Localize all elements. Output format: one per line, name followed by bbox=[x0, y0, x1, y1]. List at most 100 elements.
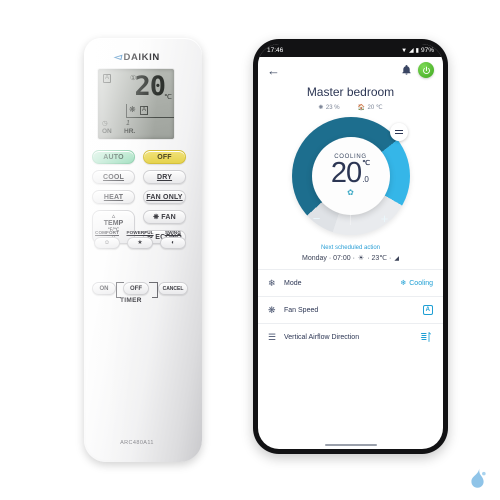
timer-bracket-left bbox=[116, 282, 124, 283]
next-scheduled-action[interactable]: Next scheduled action Monday · 07:00 · ☀… bbox=[258, 245, 443, 262]
button-heat-label: HEAT bbox=[103, 193, 124, 201]
remote-lcd-display: A ① 20 ℃ ❋ A ◷ ON 1 HR. bbox=[97, 68, 175, 140]
airflow-icon: ☰ bbox=[268, 331, 277, 342]
list-item-mode[interactable]: ❄ Mode ❄ Cooling bbox=[258, 269, 443, 296]
signal-icon: ◢ bbox=[409, 48, 414, 54]
remote-brand-text: DAIKIN bbox=[123, 52, 160, 63]
dial-menu-button[interactable] bbox=[389, 123, 408, 141]
thermometer-icon: 🏠 bbox=[357, 105, 366, 111]
remote-model-number: ARC480A11 bbox=[120, 440, 154, 446]
outdoor-temp-value: 20 ℃ bbox=[367, 105, 383, 111]
lcd-temperature: 20 bbox=[134, 71, 166, 102]
decrease-temperature-button[interactable]: − bbox=[305, 212, 329, 225]
button-cool[interactable]: COOL bbox=[92, 170, 135, 184]
droplet-logo-icon bbox=[471, 468, 486, 488]
timer-bracket-bottom-right bbox=[152, 297, 158, 298]
timer-group-label: TIMER bbox=[120, 297, 142, 304]
remote-timer-group: ON OFF CANCEL TIMER bbox=[92, 276, 188, 310]
dial-center-readout[interactable]: COOLING 20 ℃ .0 ✿ bbox=[311, 137, 390, 215]
list-item-vertical-airflow[interactable]: ☰ Vertical Airflow Direction bbox=[258, 323, 443, 350]
list-item-vertical-airflow-label: Vertical Airflow Direction bbox=[284, 333, 360, 341]
button-dry[interactable]: DRY bbox=[143, 170, 186, 184]
button-swing-label: SWING bbox=[164, 230, 182, 235]
lcd-timer-value: 1 bbox=[126, 120, 130, 127]
button-heat[interactable]: HEAT bbox=[92, 190, 135, 204]
remote-row-cool-dry: COOL DRY bbox=[92, 170, 186, 184]
button-swing[interactable]: ◐ bbox=[160, 236, 186, 249]
list-item-fan-speed-label: Fan Speed bbox=[284, 306, 319, 314]
humidity-value: 23 % bbox=[325, 104, 340, 111]
button-fan-label: FAN bbox=[161, 213, 176, 221]
power-icon bbox=[422, 66, 430, 74]
button-cool-label: COOL bbox=[102, 173, 125, 181]
button-off[interactable]: OFF bbox=[143, 150, 186, 164]
status-indicators: ▼ ◢ ▮ 97% bbox=[401, 47, 434, 54]
button-fan[interactable]: ❋ FAN bbox=[143, 210, 186, 224]
remote-feature-buttons: COMFORT ☺ POWERFUL ★ SWING ◐ bbox=[92, 230, 188, 249]
lcd-timer-unit: HR. bbox=[124, 128, 136, 135]
increase-temperature-button[interactable]: + bbox=[373, 212, 397, 225]
button-powerful[interactable]: ★ bbox=[127, 236, 153, 249]
lcd-fan-icon: ❋ bbox=[129, 105, 136, 114]
dial-value-row: 20 ℃ .0 bbox=[330, 156, 370, 189]
button-auto[interactable]: AUTO bbox=[92, 150, 135, 164]
timer-bracket-right-v bbox=[157, 282, 158, 297]
daikin-remote-control: ◅DAIKIN A ① 20 ℃ ❋ A ◷ ON 1 HR. AUTO OFF… bbox=[84, 38, 202, 462]
dial-divider bbox=[350, 211, 351, 225]
list-item-fan-speed[interactable]: ❋ Fan Speed A bbox=[258, 296, 443, 323]
sensor-chips: ✺ 23 % 🏠 20 ℃ bbox=[258, 104, 443, 112]
vertical-airflow-indicator-icon bbox=[420, 332, 431, 342]
page-title: Master bedroom bbox=[306, 85, 395, 99]
lcd-auto-badge: A bbox=[103, 74, 112, 83]
dial-temperature-value: 20 bbox=[330, 156, 362, 189]
fan-icon: ❋ bbox=[268, 304, 276, 315]
button-comfort-group: COMFORT ☺ bbox=[92, 230, 122, 249]
list-item-mode-value: ❄ Cooling bbox=[400, 279, 433, 288]
remote-brand-logo: ◅DAIKIN bbox=[84, 52, 190, 63]
dial-value-suffix: ℃ .0 bbox=[362, 159, 370, 187]
comfort-icon: ☺ bbox=[103, 239, 111, 246]
remote-row-heat-fanonly: HEAT FAN ONLY bbox=[92, 190, 186, 204]
menu-icon-line-2 bbox=[394, 132, 403, 134]
back-arrow-icon[interactable]: ← bbox=[267, 64, 280, 77]
schedule-day-time: Monday · 07:00 · bbox=[301, 254, 355, 262]
button-temp-label: TEMP bbox=[103, 220, 124, 227]
timer-bracket-left-v bbox=[116, 282, 117, 297]
dial-decimal: .0 bbox=[362, 174, 369, 184]
schedule-fan-icon: ◢ bbox=[394, 255, 400, 262]
dial-adjust-controls: − + bbox=[305, 211, 397, 225]
schedule-mode-icon: ☀ bbox=[357, 255, 365, 262]
temperature-dial[interactable]: COOLING 20 ℃ .0 ✿ − + bbox=[291, 117, 410, 235]
status-bar: 17:46 ▼ ◢ ▮ 97% bbox=[258, 44, 443, 57]
mode-icon: ❄ bbox=[268, 277, 276, 288]
app-bar: ← bbox=[258, 57, 443, 83]
button-timer-cancel[interactable]: CANCEL bbox=[158, 282, 188, 295]
leaf-icon: ✿ bbox=[347, 187, 354, 197]
swing-icon: ◐ bbox=[171, 239, 175, 246]
phone-screen: 17:46 ▼ ◢ ▮ 97% ← Master bedroom ✺ 23 % … bbox=[258, 44, 443, 449]
lcd-temperature-unit: ℃ bbox=[164, 94, 172, 101]
button-comfort-label: COMFORT bbox=[95, 230, 119, 235]
battery-percent: 97% bbox=[420, 47, 434, 54]
fan-auto-badge: A bbox=[422, 305, 433, 315]
screenshot-canvas: ◅DAIKIN A ① 20 ℃ ❋ A ◷ ON 1 HR. AUTO OFF… bbox=[0, 0, 500, 500]
button-powerful-label: POWERFUL bbox=[126, 230, 154, 235]
button-fan-only[interactable]: FAN ONLY bbox=[143, 190, 186, 204]
app-bar-actions bbox=[401, 62, 434, 78]
temperature-dial-zone: COOLING 20 ℃ .0 ✿ − + bbox=[258, 117, 443, 241]
humidity-icon: ✺ bbox=[318, 105, 324, 111]
button-swing-group: SWING ◐ bbox=[158, 230, 188, 249]
power-button[interactable] bbox=[418, 62, 434, 78]
button-timer-on[interactable]: ON bbox=[92, 282, 116, 295]
list-item-vertical-airflow-value bbox=[419, 331, 433, 343]
temp-up-arrow-icon[interactable]: ▵ bbox=[112, 213, 116, 220]
button-timer-off[interactable]: OFF bbox=[123, 282, 149, 295]
button-comfort[interactable]: ☺ bbox=[94, 236, 120, 249]
status-time: 17:46 bbox=[267, 47, 284, 54]
snowflake-icon: ❄ bbox=[400, 280, 407, 287]
lcd-fan-auto-badge: A bbox=[140, 106, 149, 115]
battery-icon: ▮ bbox=[415, 48, 419, 54]
bell-icon[interactable] bbox=[401, 64, 412, 76]
powerful-icon: ★ bbox=[137, 240, 143, 246]
schedule-temp: · 23℃ · bbox=[367, 255, 392, 262]
